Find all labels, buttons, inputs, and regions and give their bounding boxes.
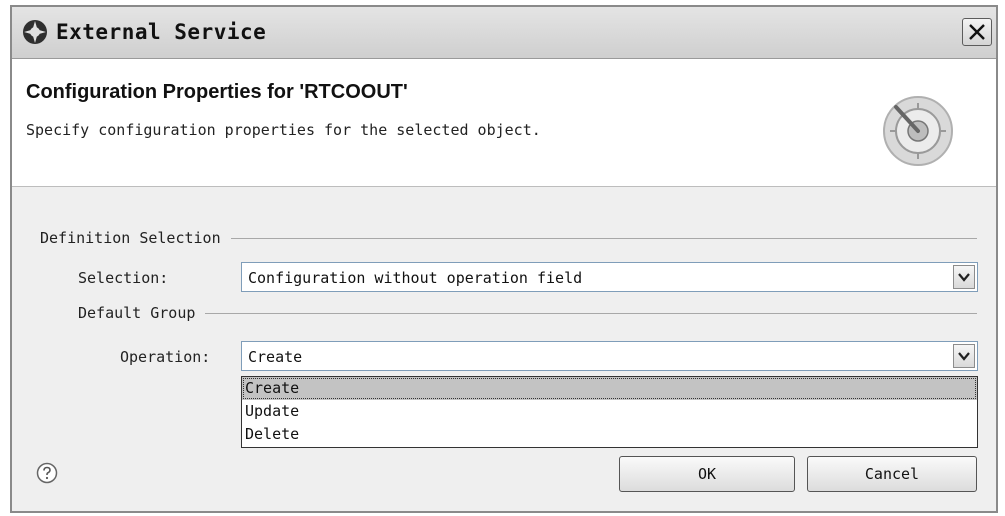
close-icon: [969, 24, 985, 40]
operation-value: Create: [248, 348, 303, 366]
title-bar: External Service: [12, 7, 996, 59]
chevron-down-icon: [958, 352, 970, 361]
operation-dropdown-button[interactable]: [953, 344, 975, 368]
selection-dropdown[interactable]: Configuration without operation field: [241, 262, 978, 292]
chevron-down-icon: [958, 273, 970, 282]
default-group-divider: [82, 313, 977, 314]
page-description: Specify configuration properties for the…: [26, 121, 541, 139]
window-title: External Service: [56, 20, 267, 44]
ok-button[interactable]: OK: [619, 456, 795, 492]
close-button[interactable]: [962, 18, 992, 46]
page-header: Configuration Properties for 'RTCOOUT' S…: [12, 59, 996, 187]
operation-dropdown[interactable]: Create: [241, 341, 978, 371]
selection-value: Configuration without operation field: [248, 269, 583, 287]
cancel-button[interactable]: Cancel: [807, 456, 977, 492]
page-title: Configuration Properties for 'RTCOOUT': [26, 81, 408, 103]
definition-selection-label: Definition Selection: [40, 229, 231, 247]
operation-label: Operation:: [120, 348, 211, 366]
external-service-dialog: External Service Configuration Propertie…: [10, 5, 998, 513]
help-icon[interactable]: [36, 462, 58, 484]
selection-dropdown-button[interactable]: [953, 265, 975, 289]
wizard-dial-icon: [883, 96, 953, 166]
option-delete[interactable]: Delete: [242, 423, 977, 446]
default-group-label: Default Group: [78, 304, 206, 322]
option-create[interactable]: Create: [242, 377, 977, 400]
selection-label: Selection:: [78, 269, 169, 287]
operation-options-list: Create Update Delete: [241, 376, 978, 448]
option-update[interactable]: Update: [242, 400, 977, 423]
service-gear-icon: [23, 20, 47, 44]
